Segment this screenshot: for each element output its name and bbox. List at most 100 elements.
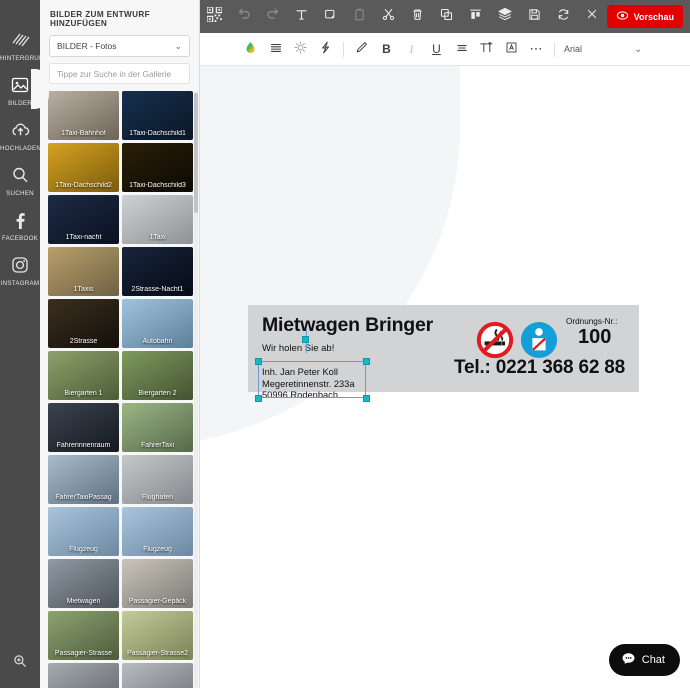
selection-handle-top-left[interactable]: [255, 358, 262, 365]
address-line-2: Megeretinnenstr. 233a: [262, 378, 355, 389]
align-button[interactable]: [461, 0, 490, 33]
panel-scrollbar-thumb[interactable]: [194, 93, 198, 213]
layers-button[interactable]: [490, 0, 519, 33]
no-smoking-icon[interactable]: [476, 321, 514, 359]
gallery-thumbnail[interactable]: 2Strasse: [48, 299, 119, 348]
gallery-thumbnail[interactable]: 1Taxi-Bahnhof: [48, 91, 119, 140]
zoom-in-button[interactable]: [0, 653, 40, 674]
chat-widget-button[interactable]: Chat: [608, 644, 680, 676]
gallery-thumbnail-caption: Biergarten 1: [64, 390, 103, 397]
undo-button[interactable]: [229, 0, 258, 33]
gallery-thumbnail[interactable]: Passagier-Strasse2: [122, 611, 193, 660]
underline-button[interactable]: U: [424, 36, 449, 62]
bold-button[interactable]: B: [374, 36, 399, 62]
effects-button[interactable]: [313, 36, 338, 62]
close-icon: [585, 7, 599, 26]
duplicate-icon: [439, 7, 454, 27]
business-card[interactable]: Mietwagen Bringer Wir holen Sie ab! Inh.…: [248, 305, 639, 402]
undo-icon: [236, 6, 252, 27]
upload-cloud-icon: [8, 118, 32, 142]
qr-code-button[interactable]: [200, 0, 229, 33]
gallery-thumbnail[interactable]: FahrerTaxi: [122, 403, 193, 452]
image-grid-scroll-area[interactable]: 1Taxi-Bahnhof 1Taxi-Dachschild1 1Taxi-Dach…: [40, 91, 199, 688]
category-dropdown[interactable]: BILDER - Fotos ⌄: [49, 35, 190, 57]
delete-button[interactable]: [403, 0, 432, 33]
sidebar-item-hochladen[interactable]: HOCHLADEN: [0, 118, 40, 152]
card-order-number[interactable]: 100: [578, 326, 611, 349]
card-address[interactable]: Inh. Jan Peter Koll Megeretinnenstr. 233…: [262, 367, 355, 402]
sidebar-item-facebook[interactable]: FACEBOOK: [0, 208, 40, 242]
seatbelt-icon[interactable]: [520, 321, 558, 359]
gallery-thumbnail[interactable]: Passagier-Gepäck: [122, 559, 193, 608]
sidebar-item-bilder[interactable]: BILDER: [0, 69, 49, 109]
toolbar-divider-2: [554, 41, 555, 57]
font-family-select[interactable]: Arial: [564, 44, 634, 54]
address-line-1: Inh. Jan Peter Koll: [262, 367, 338, 377]
gallery-thumbnail[interactable]: 1Taxi-Dachschild1: [122, 91, 193, 140]
gallery-thumbnail[interactable]: Biergarten 1: [48, 351, 119, 400]
color-droplet-icon: [243, 40, 258, 58]
text-box-button[interactable]: [499, 36, 524, 62]
gallery-thumbnail-caption: Biergarten 2: [138, 390, 177, 397]
more-options-button[interactable]: ⋯: [524, 36, 549, 62]
font-chevron-down-icon[interactable]: ⌄: [634, 44, 642, 55]
sidebar-item-instagram[interactable]: INSTAGRAM: [0, 253, 40, 287]
pen-button[interactable]: [349, 36, 374, 62]
card-order-label: Ordnungs-Nr.:: [566, 317, 618, 326]
selection-handle-bottom-left[interactable]: [255, 395, 262, 402]
sidebar-item-hintergruende[interactable]: HINTERGRÜNDE: [0, 28, 40, 62]
gallery-thumbnail[interactable]: Fahrerinnenraum: [48, 403, 119, 452]
gallery-thumbnail[interactable]: [122, 663, 193, 688]
pen-icon: [354, 40, 369, 58]
gallery-thumbnail[interactable]: 1Taxis: [48, 247, 119, 296]
redo-button[interactable]: [258, 0, 287, 33]
color-droplet-button[interactable]: [238, 36, 263, 62]
gallery-search-input[interactable]: Tippe zur Suche in der Gallerie: [49, 63, 190, 84]
italic-button[interactable]: I: [399, 36, 424, 62]
text-box-icon: [504, 40, 519, 58]
sidebar-label: BILDER: [8, 100, 32, 107]
gallery-thumbnail[interactable]: Flughafen: [122, 455, 193, 504]
preview-button[interactable]: Vorschau: [606, 5, 684, 28]
qr-code-icon: [206, 5, 223, 27]
add-text-button[interactable]: [287, 0, 316, 33]
gallery-thumbnail[interactable]: Flugzeug: [122, 507, 193, 556]
gallery-thumbnail[interactable]: Mietwagen: [48, 559, 119, 608]
gallery-thumbnail[interactable]: 1Taxi-Dachschild2: [48, 143, 119, 192]
search-icon: [8, 163, 32, 187]
copy-icon: [323, 7, 338, 27]
copy-button[interactable]: [316, 0, 345, 33]
chat-bubble-icon: [621, 651, 636, 669]
gallery-thumbnail-caption: Flughafen: [141, 494, 174, 501]
cut-button[interactable]: [374, 0, 403, 33]
gallery-thumbnail[interactable]: 1Taxi: [122, 195, 193, 244]
selection-handle-bottom-right[interactable]: [363, 395, 370, 402]
gallery-thumbnail-caption: 1Taxi: [149, 234, 166, 241]
refresh-button[interactable]: [549, 0, 578, 33]
gallery-thumbnail[interactable]: 1Taxi-Dachschild3: [122, 143, 193, 192]
brightness-button[interactable]: [288, 36, 313, 62]
gallery-thumbnail[interactable]: Autobahn: [122, 299, 193, 348]
gallery-thumbnail[interactable]: FahrerTaxiPassag: [48, 455, 119, 504]
gallery-thumbnail[interactable]: 1Taxi-nacht: [48, 195, 119, 244]
gallery-thumbnail[interactable]: Biergarten 2: [122, 351, 193, 400]
align-text-button[interactable]: [449, 36, 474, 62]
selection-handle-top-right[interactable]: [363, 358, 370, 365]
sidebar-item-suchen[interactable]: SUCHEN: [0, 163, 40, 197]
cut-icon: [381, 7, 396, 27]
duplicate-button[interactable]: [432, 0, 461, 33]
card-subtitle[interactable]: Wir holen Sie ab!: [262, 343, 334, 354]
design-canvas[interactable]: Mietwagen Bringer Wir holen Sie ab! Inh.…: [200, 66, 690, 688]
save-button[interactable]: [520, 0, 549, 33]
line-spacing-button[interactable]: [263, 36, 288, 62]
font-size-button[interactable]: [474, 36, 499, 62]
gallery-thumbnail[interactable]: [48, 663, 119, 688]
gallery-thumbnail[interactable]: 2Strasse-Nacht1: [122, 247, 193, 296]
card-phone[interactable]: Tel.: 0221 368 62 88: [454, 357, 625, 379]
paste-button[interactable]: [345, 0, 374, 33]
gallery-thumbnail[interactable]: Passagier-Strasse: [48, 611, 119, 660]
rotation-handle[interactable]: [302, 336, 309, 343]
close-button[interactable]: [578, 0, 607, 33]
card-title[interactable]: Mietwagen Bringer: [262, 314, 433, 337]
gallery-thumbnail[interactable]: Flugzeug: [48, 507, 119, 556]
